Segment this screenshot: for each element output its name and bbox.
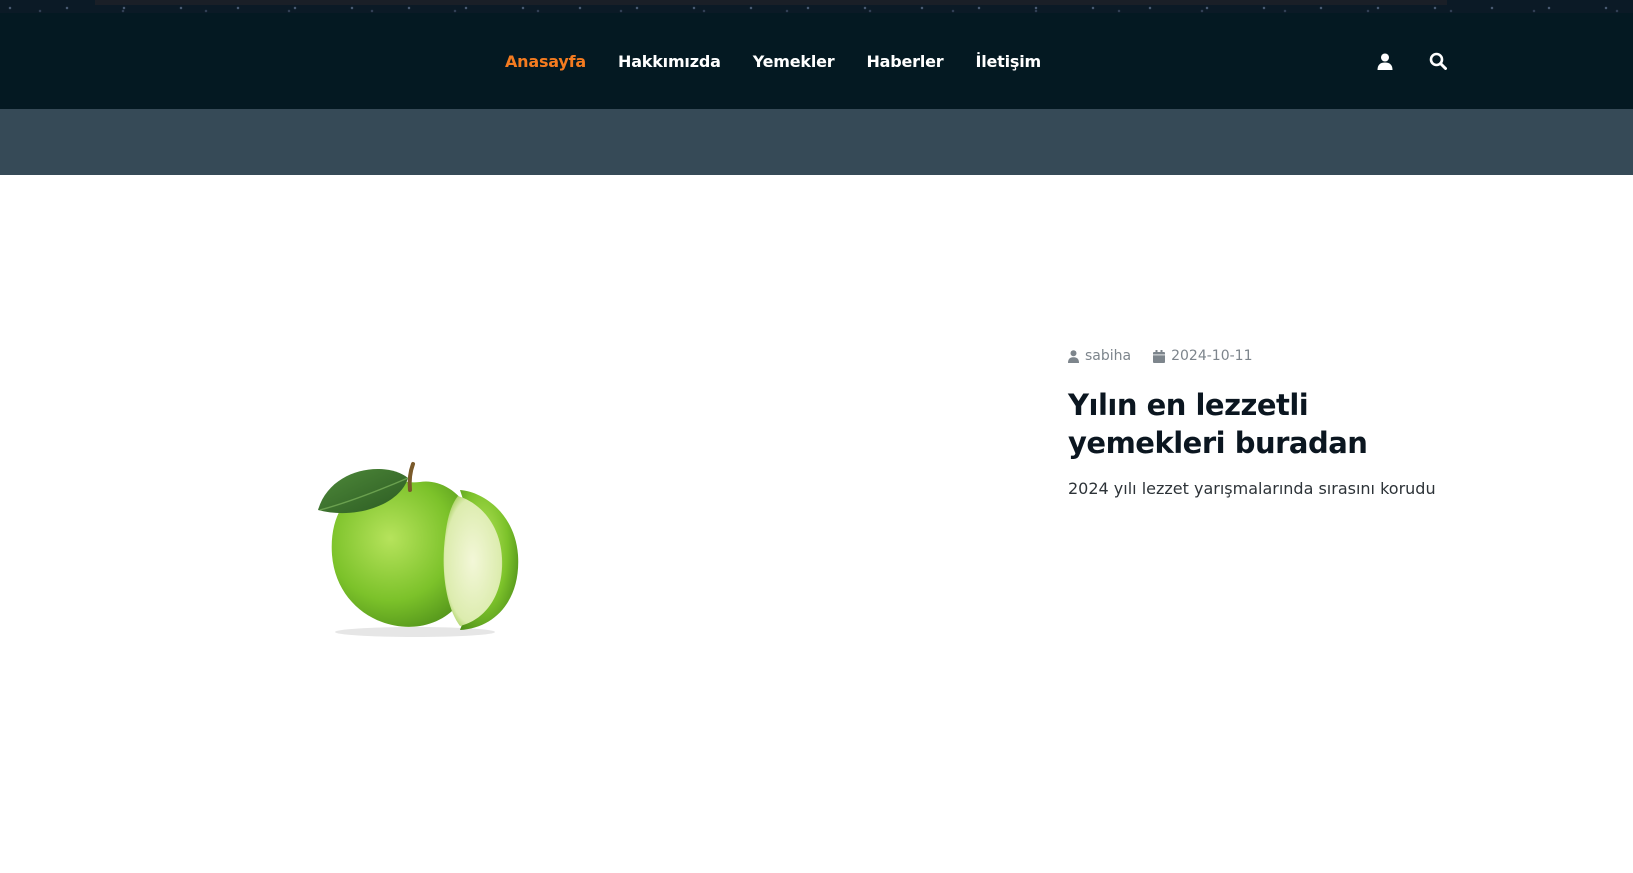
main-navbar: Anasayfa Hakkımızda Yemekler Haberler İl… bbox=[0, 13, 1633, 109]
author-user-icon bbox=[1068, 349, 1079, 363]
post-meta: sabiha 2024-10-11 bbox=[1068, 348, 1252, 364]
nav-icons bbox=[1375, 13, 1448, 109]
post-excerpt: 2024 yılı lezzet yarışmalarında sırasını… bbox=[1068, 479, 1436, 498]
top-banner-strip bbox=[0, 0, 1633, 13]
post-title[interactable]: Yılın en lezzetli yemekleri buradan bbox=[1068, 386, 1468, 462]
nav-menu: Anasayfa Hakkımızda Yemekler Haberler İl… bbox=[505, 13, 1073, 109]
banner-bar bbox=[95, 0, 1447, 5]
nav-item-yemekler[interactable]: Yemekler bbox=[753, 52, 835, 71]
post-author[interactable]: sabiha bbox=[1068, 348, 1131, 364]
user-icon[interactable] bbox=[1375, 51, 1395, 71]
calendar-icon bbox=[1153, 349, 1166, 363]
nav-item-anasayfa[interactable]: Anasayfa bbox=[505, 52, 586, 71]
post-date-text: 2024-10-11 bbox=[1171, 348, 1253, 364]
nav-item-iletisim[interactable]: İletişim bbox=[975, 52, 1041, 71]
post-image-green-apple bbox=[310, 460, 532, 640]
nav-item-haberler[interactable]: Haberler bbox=[866, 52, 943, 71]
search-icon[interactable] bbox=[1428, 51, 1448, 71]
post-author-name: sabiha bbox=[1085, 348, 1132, 364]
post-date: 2024-10-11 bbox=[1153, 348, 1252, 364]
nav-item-hakkimizda[interactable]: Hakkımızda bbox=[618, 52, 721, 71]
page-header-band bbox=[0, 109, 1633, 175]
